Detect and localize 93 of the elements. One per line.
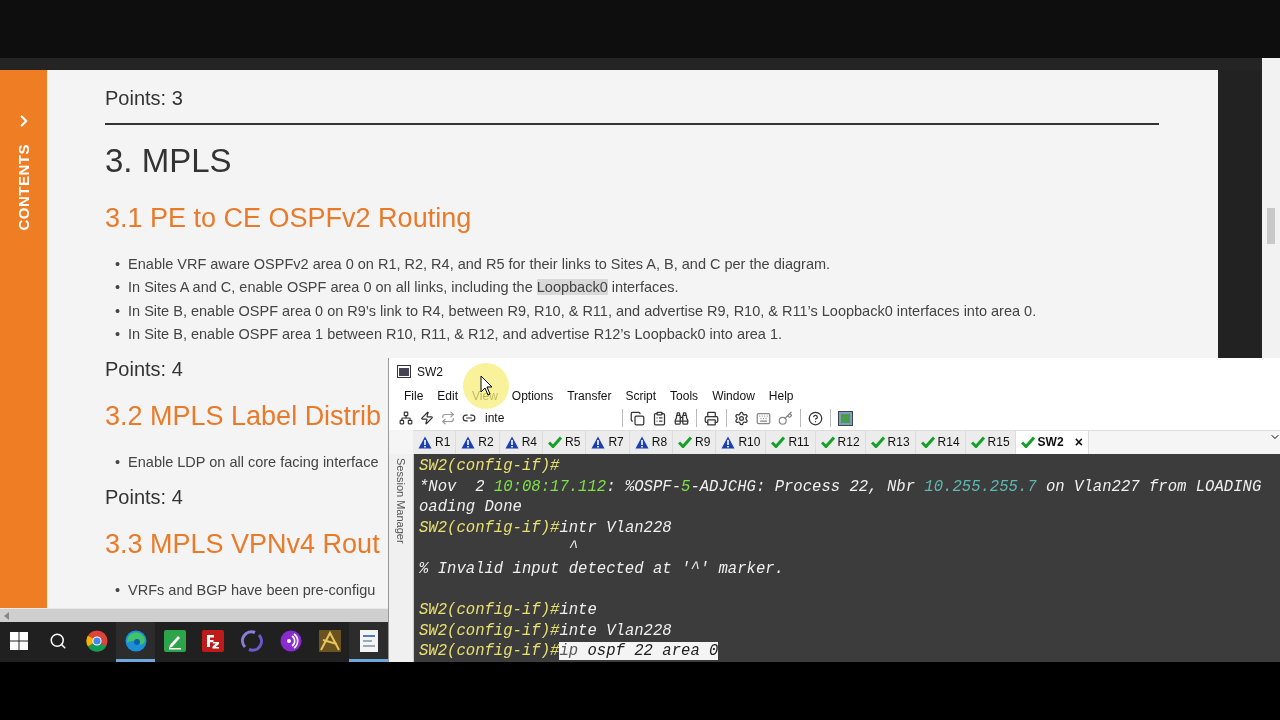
warning-icon: [721, 435, 736, 449]
terminal-line: SW2(config-if)#inte: [419, 600, 598, 621]
menu-item[interactable]: Edit: [430, 388, 466, 403]
window-icon: [397, 365, 411, 379]
menu-item[interactable]: Window: [705, 388, 762, 403]
check-icon: [1020, 436, 1035, 449]
warning-icon: [591, 435, 606, 449]
session-tab[interactable]: R9: [673, 430, 717, 455]
settings-icon[interactable]: [734, 410, 749, 426]
picture-frame-icon[interactable]: [838, 410, 853, 426]
bullet-marker: •: [115, 255, 121, 274]
print-icon[interactable]: [704, 410, 719, 426]
repeat-icon[interactable]: [441, 411, 455, 426]
browser-icon: [86, 629, 108, 652]
menu-item[interactable]: Help: [761, 388, 801, 403]
terminal-line: SW2(config-if)#inte Vlan228: [419, 620, 673, 642]
lightning-icon[interactable]: [420, 411, 434, 426]
session-tab[interactable]: R7: [586, 430, 630, 455]
session-tab[interactable]: SW2 ×: [1015, 430, 1089, 455]
bullet-marker: •: [115, 301, 121, 321]
key-icon[interactable]: [778, 410, 793, 426]
pen-icon: [163, 629, 186, 652]
session-tab[interactable]: R10: [716, 430, 767, 455]
bullet-marker: •: [115, 581, 121, 601]
menu-item[interactable]: File: [397, 388, 431, 403]
check-icon: [771, 436, 786, 449]
session-tab[interactable]: R8: [629, 430, 674, 455]
session-tab[interactable]: R11: [766, 430, 816, 455]
session-tab[interactable]: R13: [865, 430, 916, 455]
points-label: Points: 4: [105, 485, 183, 510]
windows-icon: [10, 631, 29, 650]
terminal-line: *Nov 2 10:08:17.112: %OSPF-5-ADJCHG: Process 22, Nbr 10.255.255.7 on Vlan227 from LOADING: [419, 476, 1263, 498]
subsection-heading: 3.1 PE to CE OSPFv2 Routing: [105, 202, 472, 234]
check-icon: [970, 436, 985, 449]
ftp-icon: [202, 629, 225, 652]
command-field[interactable]: inte: [483, 411, 615, 426]
points-label: Points: 3: [105, 86, 183, 110]
check-icon: [548, 436, 563, 449]
document-icon: [359, 629, 378, 652]
check-icon: [870, 436, 885, 449]
bullet-text: In Sites A and C, enable OSPF area 0 on all links, including the Loopback0 interfaces.: [128, 278, 679, 298]
copy-icon[interactable]: [630, 410, 645, 426]
bullet-marker: •: [115, 324, 121, 344]
terminal-line: ^: [567, 538, 580, 560]
close-icon[interactable]: ×: [1074, 434, 1083, 451]
warning-icon: [461, 435, 476, 449]
browser-icon: [124, 629, 147, 652]
check-icon: [820, 436, 835, 449]
session-tab[interactable]: R15: [965, 430, 1016, 455]
subsection-heading: 3.2 MPLS Label Distrib: [105, 400, 382, 433]
session-manager-tab[interactable]: Session Manager: [389, 454, 414, 662]
session-tab[interactable]: R14: [915, 430, 966, 455]
bullet-text: Enable LDP on all core facing interface: [128, 453, 379, 473]
clipboard-icon[interactable]: [652, 410, 667, 426]
points-label: Points: 4: [105, 357, 183, 382]
sidebar-label: CONTENTS: [15, 144, 32, 231]
terminal-line: SW2(config-if)#intr Vlan228: [419, 517, 673, 539]
menu-item[interactable]: Script: [618, 388, 664, 403]
bullet-text: In Site B, enable OSPF area 0 on R9’s link to R4, between R9, R10, & R11, and advertise R9, R10, & R11’s Loopback0 interfaces into area 0.: [128, 301, 1037, 321]
terminal-line: % Invalid input detected at '^' marker.: [419, 559, 785, 580]
bullet-marker: •: [115, 278, 121, 298]
session-tab[interactable]: R1: [413, 430, 457, 455]
check-icon: [678, 436, 693, 449]
warning-icon: [418, 435, 432, 449]
compass-icon: [318, 629, 341, 652]
bullet-marker: •: [115, 453, 121, 473]
search-icon: [49, 631, 68, 650]
section-heading: 3. MPLS: [105, 142, 232, 180]
bullet-text: In Site B, enable OSPF area 1 between R10, R11, & R12, and advertise R12’s Loopback0 into area 1.: [128, 324, 783, 344]
window-title: SW2: [417, 364, 443, 379]
check-icon: [920, 436, 935, 449]
taskbar-button[interactable]: [116, 622, 156, 662]
session-tab[interactable]: R2: [456, 430, 500, 455]
subsection-heading: 3.3 MPLS VPNv4 Rout: [105, 528, 380, 561]
session-tab[interactable]: R5: [543, 430, 587, 455]
terminal-line: SW2(config-if)#: [419, 456, 561, 477]
keyboard-icon[interactable]: [756, 410, 771, 426]
menu-item[interactable]: Transfer: [560, 388, 619, 403]
bullet-text: VRFs and BGP have been pre-configu: [128, 581, 376, 601]
bullet-text: Enable VRF aware OSPFv2 area 0 on R1, R2, R4, and R5 for their links to Sites A, B, and C per the diagram.: [128, 255, 831, 274]
binoculars-icon[interactable]: [674, 410, 689, 426]
help-icon[interactable]: [808, 410, 823, 426]
taskbar-button[interactable]: [349, 622, 388, 662]
podcast-icon: [279, 629, 302, 652]
session-tab[interactable]: R12: [815, 430, 866, 455]
session-tab[interactable]: R4: [499, 430, 544, 455]
warning-icon: [634, 435, 649, 449]
network-icon[interactable]: [399, 411, 413, 426]
terminal-line: oading Done: [419, 497, 523, 518]
horizontal-scrollbar[interactable]: [0, 608, 388, 622]
ring-icon: [241, 629, 264, 652]
menu-item[interactable]: Tools: [663, 388, 706, 403]
warning-icon: [504, 435, 519, 449]
